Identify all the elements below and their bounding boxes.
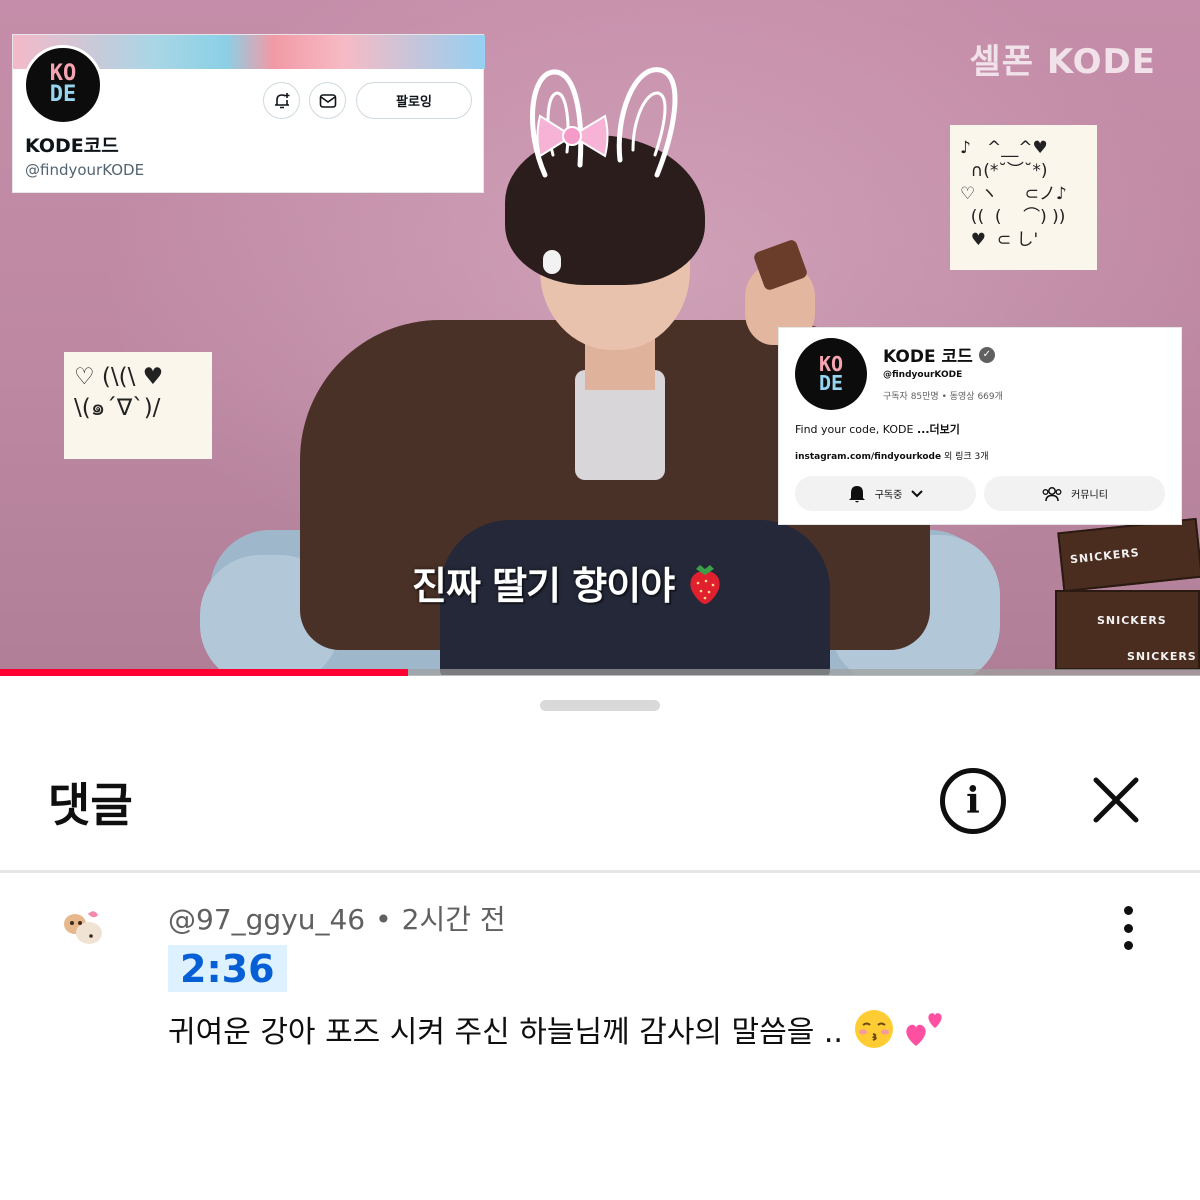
timestamp-link[interactable]: 2:36 — [168, 945, 287, 992]
chevron-down-icon — [911, 489, 924, 497]
bell-plus-icon — [274, 92, 289, 108]
dot-icon — [1123, 923, 1133, 933]
snickers-box: SNICKERS SNICKERS — [1055, 590, 1200, 670]
community-label: 커뮤니티 — [1071, 490, 1108, 501]
x-profile-card: KO DE 팔로잉 KODE코드 @findyourKODE — [12, 34, 485, 193]
notification-add-button[interactable] — [263, 82, 300, 119]
kissing-face-icon — [854, 1010, 893, 1048]
strawberry-icon — [690, 565, 721, 604]
kaomoji-sticker: ♡ (\(\ ♥ \(๑´∇`)/ — [64, 352, 212, 459]
envelope-icon — [319, 93, 336, 108]
channel-handle: @findyourKODE — [883, 370, 963, 380]
snickers-label: SNICKERS — [1069, 546, 1141, 567]
channel-link[interactable]: instagram.com/findyourkode 외 링크 3개 — [795, 449, 989, 462]
dot-icon — [1123, 906, 1133, 915]
comment-text: 귀여운 강아 포즈 시켜 주신 하늘님께 감사의 말씀을 .. — [168, 1007, 948, 1051]
comment-author[interactable]: @97_ggyu_46 — [168, 903, 365, 936]
video-player[interactable]: SNICKERS SNICKERS SNICKERS 셀폰 KODE ♪ ^__… — [0, 0, 1200, 675]
youtube-channel-card: KO DE KODE 코드 ✓ @findyourKODE 구독자 85만명 •… — [778, 327, 1182, 525]
close-icon[interactable] — [1086, 770, 1146, 830]
channel-avatar[interactable]: KO DE — [795, 338, 867, 410]
video-subtitle: 진짜 딸기 향이야 — [412, 555, 724, 610]
channel-watermark: 셀폰 KODE — [969, 42, 1156, 82]
channel-stats: 구독자 85만명 • 동영상 669개 — [883, 392, 1003, 402]
dot-icon — [1123, 941, 1133, 950]
snickers-label: SNICKERS — [1097, 614, 1167, 627]
earbud — [543, 250, 561, 274]
two-hearts-icon — [906, 1013, 942, 1046]
comment-time: 2시간 전 — [401, 903, 506, 936]
snickers-label: SNICKERS — [1127, 650, 1197, 663]
kode-logo: KO DE — [818, 352, 844, 395]
divider — [0, 870, 1200, 873]
subscribed-label: 구독중 — [874, 490, 903, 501]
profile-name: KODE코드 — [25, 135, 119, 157]
info-icon: i — [966, 780, 980, 822]
more-link[interactable]: ...더보기 — [917, 423, 960, 436]
following-button[interactable]: 팔로잉 — [356, 82, 472, 119]
channel-description[interactable]: Find your code, KODE ...더보기 — [795, 421, 960, 437]
info-button[interactable]: i — [940, 768, 1006, 834]
channel-name: KODE 코드 ✓ — [883, 342, 995, 367]
avatar[interactable] — [58, 906, 108, 950]
subtitle-text: 진짜 딸기 향이야 — [412, 564, 675, 608]
verified-icon: ✓ — [978, 346, 995, 363]
bell-icon — [848, 485, 865, 502]
kode-logo: KO DE — [49, 61, 77, 107]
comment-meta: @97_ggyu_46 • 2시간 전 — [168, 903, 506, 936]
people-icon — [1042, 486, 1062, 501]
kaomoji-sticker: ♪ ^__^♥ ∩(*˘︶˘*) ♡ ヽ ⊂ノ♪ (( ( ⌒) )) ♥ ⊂ … — [950, 125, 1097, 270]
channel-name-text: KODE 코드 — [883, 347, 973, 367]
message-button[interactable] — [309, 82, 346, 119]
progress-bar-fill — [0, 669, 408, 676]
pink-bow-icon — [536, 114, 609, 158]
avatar[interactable]: KO DE — [23, 45, 103, 125]
subscribed-button[interactable]: 구독중 — [795, 476, 976, 511]
profile-handle: @findyourKODE — [25, 161, 145, 179]
sheet-title: 댓글 — [48, 778, 133, 832]
more-options-button[interactable] — [1116, 906, 1140, 950]
comments-sheet: 댓글 i @97_ggyu_46 • 2시간 전 2:36 귀여운 강아 포즈 시켜… — [0, 676, 1200, 1200]
comment-body: 귀여운 강아 포즈 시켜 주신 하늘님께 감사의 말씀을 .. — [168, 1015, 843, 1050]
community-button[interactable]: 커뮤니티 — [984, 476, 1165, 511]
drag-handle[interactable] — [540, 700, 660, 711]
